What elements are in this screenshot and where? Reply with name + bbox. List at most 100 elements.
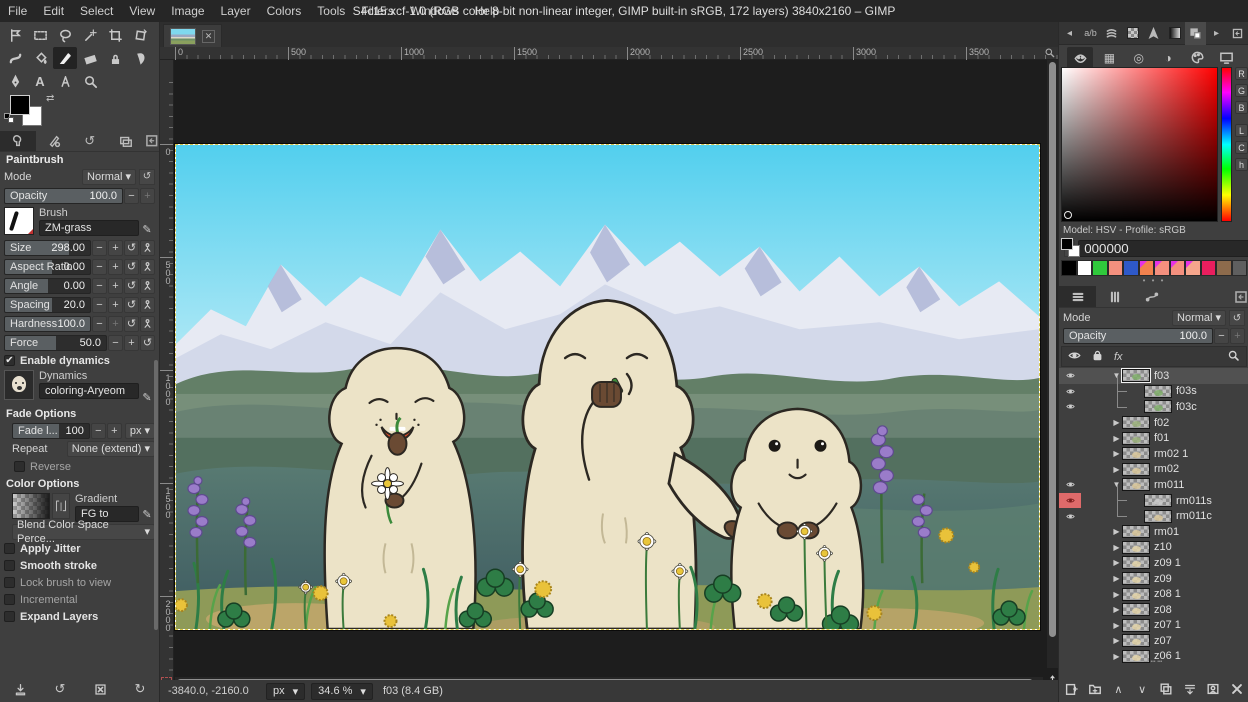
channel-button-C[interactable]: C (1235, 141, 1248, 154)
eraser-tool[interactable] (78, 47, 102, 69)
layer-row-z10[interactable]: ▶z10 (1059, 540, 1248, 556)
layer-thumbnail[interactable] (1122, 525, 1150, 538)
layer-row-z07-1[interactable]: ▶z07 1 (1059, 618, 1248, 634)
fade-plus-button[interactable]: + (107, 423, 122, 439)
edit-brush-icon[interactable]: ✎ (139, 223, 155, 236)
swap-colors-icon[interactable]: ⇄ (46, 93, 54, 104)
link-jack-icon[interactable] (140, 278, 155, 294)
layer-thumbnail[interactable] (1144, 400, 1172, 413)
fade-minus-button[interactable]: − (91, 423, 106, 439)
clone-tool[interactable] (103, 47, 127, 69)
reset-icon[interactable]: ↺ (124, 278, 139, 294)
picker-gimp-icon[interactable] (1067, 47, 1093, 69)
layer-row-z07[interactable]: ▶z07 (1059, 633, 1248, 649)
checkbox-icon[interactable] (4, 594, 15, 605)
checkbox-icon[interactable] (4, 560, 15, 571)
layer-visibility-eye-icon[interactable] (1059, 618, 1081, 634)
layer-thumbnail[interactable] (1144, 510, 1172, 523)
expander-icon[interactable]: ▶ (1111, 465, 1122, 474)
channel-button-L[interactable]: L (1235, 124, 1248, 137)
dock-menu-icon[interactable] (144, 131, 160, 151)
expander-icon[interactable]: ▶ (1111, 434, 1122, 443)
unit-dropdown[interactable]: px▾ (266, 683, 305, 700)
layer-visibility-eye-icon[interactable] (1059, 446, 1081, 462)
bucket-fill-tool[interactable] (28, 47, 52, 69)
layer-thumbnail[interactable] (1122, 588, 1150, 601)
dock-prev-arrow-icon[interactable]: ◂ (1059, 22, 1080, 45)
layer-thumbnail[interactable] (1122, 432, 1150, 445)
color-swatch[interactable] (1170, 260, 1186, 276)
layer-row-rm02[interactable]: ▶rm02 (1059, 462, 1248, 478)
opacity-plus-button[interactable]: + (140, 188, 155, 204)
tab-tool-options[interactable] (0, 131, 36, 151)
minus-icon[interactable]: − (92, 240, 107, 256)
merge-layer-button[interactable] (1180, 679, 1200, 699)
menu-file[interactable]: File (0, 0, 35, 22)
expander-icon[interactable]: ▶ (1111, 418, 1122, 427)
plus-icon[interactable]: + (108, 259, 123, 275)
mode-dropdown[interactable]: Normal▾ (82, 169, 136, 185)
layer-row-f03[interactable]: ▼f03 (1059, 368, 1248, 384)
menu-select[interactable]: Select (72, 0, 121, 22)
layer-visibility-eye-icon[interactable] (1059, 633, 1081, 649)
minus-icon[interactable]: − (92, 297, 107, 313)
layer-thumbnail[interactable] (1122, 556, 1150, 569)
menu-tools[interactable]: Tools (309, 0, 353, 22)
layer-thumbnail[interactable] (1122, 634, 1150, 647)
menu-edit[interactable]: Edit (35, 0, 72, 22)
horizontal-ruler[interactable]: 0500100015002000250030003500 (160, 47, 1058, 60)
blend-space-dropdown[interactable]: Blend Color Space Perce...▾ (12, 524, 155, 540)
minus-icon[interactable]: − (92, 278, 107, 294)
rectangle-select-tool[interactable] (28, 24, 52, 46)
add-mask-button[interactable] (1203, 679, 1223, 699)
picker-watercolor-icon[interactable]: ◎ (1126, 47, 1152, 69)
reset-icon[interactable]: ↺ (1229, 310, 1245, 326)
crop-tool[interactable] (103, 24, 127, 46)
flip-gradient-icon[interactable]: ⎡|⎦ (52, 493, 70, 519)
edit-dynamics-icon[interactable]: ✎ (139, 391, 155, 404)
menu-view[interactable]: View (121, 0, 163, 22)
reset-icon[interactable]: ↺ (140, 335, 155, 351)
force-slider[interactable]: Force50.0 (4, 335, 107, 351)
plus-icon[interactable]: + (108, 316, 123, 332)
channel-button-h[interactable]: h (1235, 158, 1248, 171)
expander-icon[interactable]: ▶ (1111, 590, 1122, 599)
layer-visibility-eye-icon[interactable] (1059, 430, 1081, 446)
color-swatch[interactable] (1154, 260, 1170, 276)
fade-unit-dropdown[interactable]: px▾ (125, 423, 155, 439)
brush-name-entry[interactable]: ZM-grass (39, 220, 139, 236)
color-swatch[interactable] (1061, 260, 1077, 276)
new-group-button[interactable] (1085, 679, 1105, 699)
link-jack-icon[interactable] (140, 316, 155, 332)
layer-visibility-eye-icon[interactable] (1059, 571, 1081, 587)
search-icon[interactable] (1227, 349, 1240, 365)
checkbox-icon[interactable] (4, 611, 15, 622)
color-swatch[interactable] (1185, 260, 1201, 276)
dock-tab-brushes-icon[interactable] (1101, 22, 1122, 45)
enable-dynamics-row[interactable]: ✔ Enable dynamics (0, 352, 159, 369)
tab-device-status[interactable] (36, 131, 72, 151)
layer-visibility-eye-icon[interactable] (1059, 555, 1081, 571)
color-swatch[interactable] (1123, 260, 1139, 276)
color-swatch[interactable] (1108, 260, 1124, 276)
layer-visibility-eye-icon[interactable] (1059, 462, 1081, 478)
layer-visibility-eye-icon[interactable] (1059, 493, 1081, 509)
tab-paths[interactable] (1133, 286, 1170, 307)
duplicate-layer-button[interactable] (1156, 679, 1176, 699)
spacing-slider[interactable]: Spacing20.0 (4, 297, 91, 313)
vertical-scrollbar-thumb[interactable] (1049, 62, 1056, 637)
vertical-ruler[interactable]: 0500100015002000 (160, 60, 174, 690)
layer-row-rm011[interactable]: ▼rm011 (1059, 477, 1248, 493)
layer-thumbnail[interactable] (1122, 603, 1150, 616)
check-lock-brush-to-view[interactable]: Lock brush to view (0, 574, 159, 591)
color-swatch[interactable] (1216, 260, 1232, 276)
dynamics-name-entry[interactable]: coloring-Aryeom (39, 383, 139, 399)
channel-button-G[interactable]: G (1235, 84, 1248, 97)
swatch-overflow-dots[interactable]: • • • (1059, 278, 1248, 286)
minus-icon[interactable]: − (108, 335, 123, 351)
zoom-follow-icon[interactable] (1044, 47, 1055, 61)
lock-icon[interactable] (1091, 349, 1104, 365)
layer-visibility-eye-icon[interactable] (1059, 602, 1081, 618)
layer-visibility-eye-icon[interactable] (1059, 586, 1081, 602)
dock-tab-gradients-icon[interactable] (1164, 22, 1185, 45)
